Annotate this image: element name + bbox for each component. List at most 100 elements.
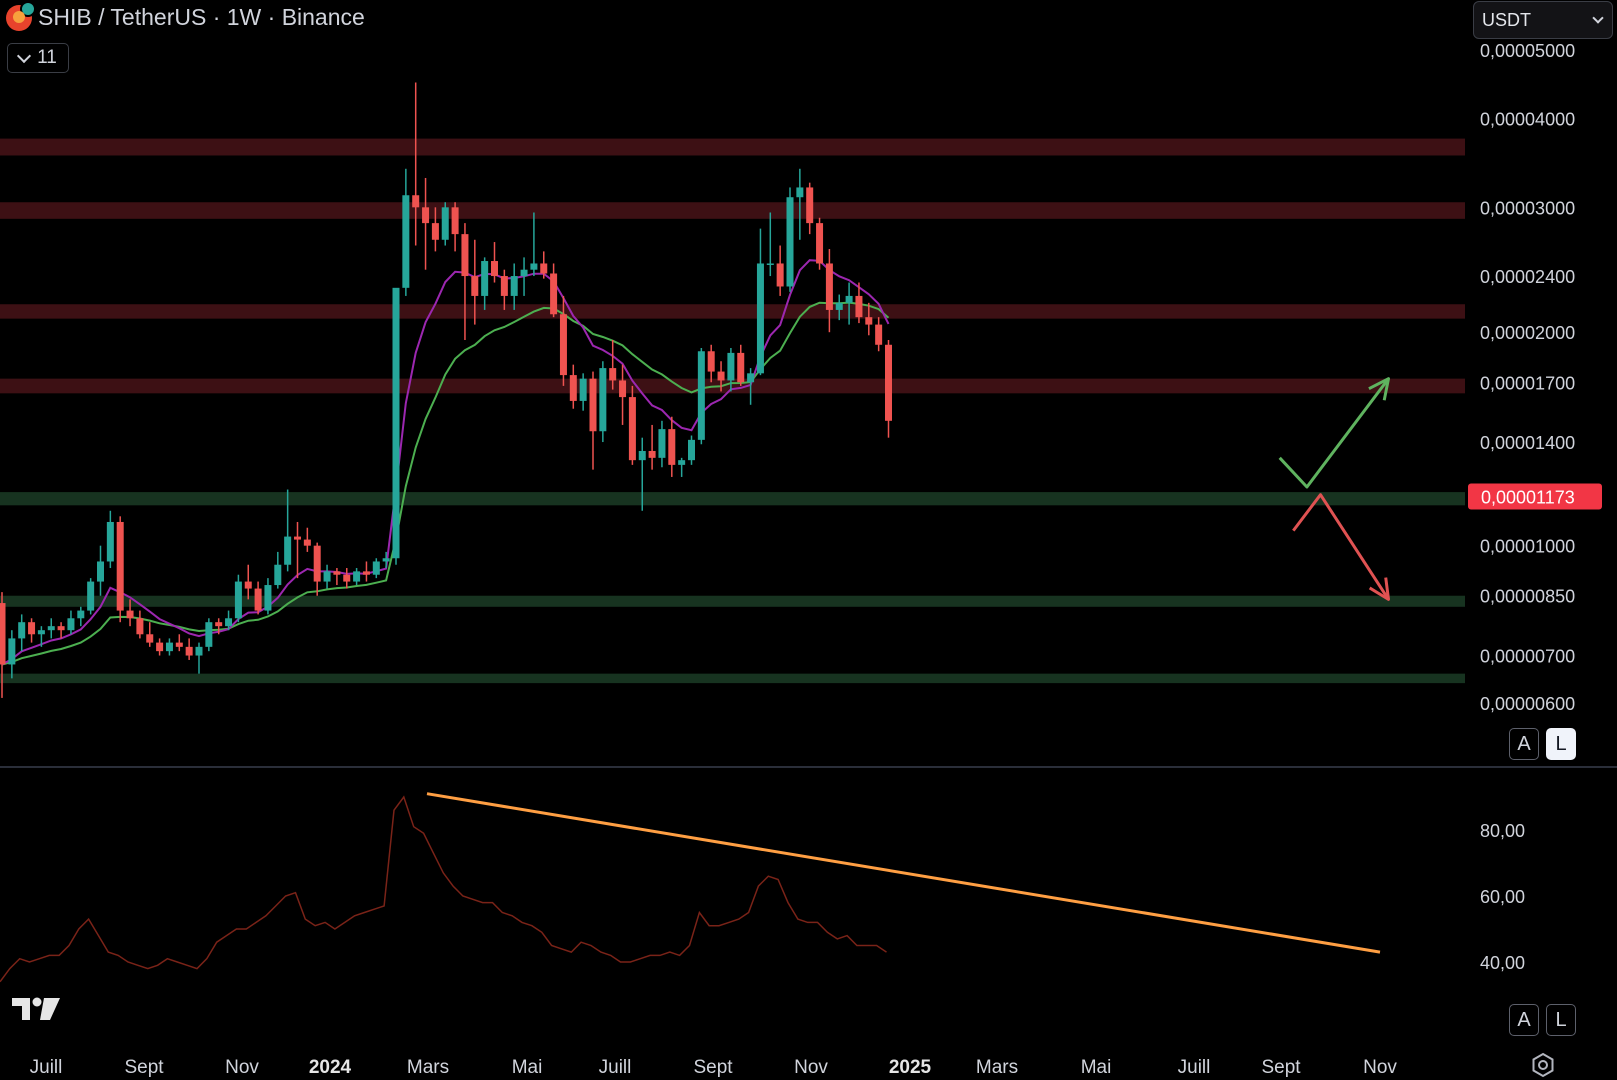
candle [313,542,321,596]
candle [234,574,242,623]
time-tick-label: Mars [976,1057,1018,1078]
tradingview-logo-icon[interactable] [12,996,62,1022]
price-tick-label: 0,00005000 [1480,41,1575,61]
candle-body [333,571,341,575]
candle-body [500,276,508,296]
price-tick-label: 0,00001700 [1480,373,1575,393]
candle-body [638,450,646,461]
candle-body [609,368,617,381]
candle-body [28,622,36,635]
candle [392,287,400,565]
price-tick-label: 0,00000850 [1480,587,1575,607]
candle-body [126,610,134,619]
candle-body [579,378,587,401]
candle [175,634,183,652]
time-tick-label: Mars [407,1057,449,1078]
candle-body [18,622,26,639]
auto-scale-button-rsi[interactable]: A [1509,1004,1539,1036]
candle-body [737,352,745,383]
candle [589,371,597,470]
rsi-pane [0,792,1381,983]
candle-body [599,368,607,432]
candle [766,212,774,277]
candle-body [569,375,577,401]
candle-body [491,261,498,277]
candle [47,618,55,639]
candle-body [530,263,538,270]
rsi-tick-label: 60,00 [1480,887,1525,907]
chevron-down-icon [17,48,32,63]
candle [481,257,489,310]
candle [697,347,705,445]
zone-resistance-0 [0,138,1465,156]
price-axis[interactable]: 0,00005000 0,00004000 0,00003000 0,00002400… [1468,41,1602,973]
price-tick-label: 0,00002400 [1480,267,1575,287]
candle [678,457,686,477]
rsi-tick-label: 40,00 [1480,953,1525,973]
candle [28,618,36,643]
symbol-title[interactable]: SHIB / TetherUS · 1W · Binance [38,4,365,31]
candle-body [825,263,833,310]
candle [412,82,420,246]
candle [491,242,498,283]
candle-body [392,287,400,559]
candle-body [353,571,361,582]
indicators-toggle-button[interactable]: 11 [7,43,69,73]
candle-body [855,295,863,318]
candle [668,416,676,477]
time-tick-label: Sept [1261,1057,1301,1078]
candle [707,344,715,383]
candle-body [520,269,528,277]
candle [786,187,794,292]
log-scale-button-main[interactable]: L [1546,728,1576,760]
time-axis[interactable]: Juill Sept Nov 2024 Mars Mai Juill Sept Nov 2025 M… [30,1057,1398,1078]
candle-body [697,351,705,440]
chart-canvas: 0,00005000 0,00004000 0,00003000 0,00002400… [0,41,1617,1078]
candle-body [87,581,95,611]
candle-body [845,295,853,303]
candle [244,564,252,600]
log-scale-button-rsi[interactable]: L [1546,1004,1576,1036]
candle [97,545,104,596]
candle [825,249,833,333]
rsi-tick-label: 80,00 [1480,821,1525,841]
time-tick-label: Juill [30,1057,63,1078]
price-tick-label: 0,00004000 [1480,110,1575,130]
candle-body [402,195,410,288]
scenario-bullish-path [1278,377,1390,489]
candle-body [756,263,764,374]
candle [461,223,469,340]
time-tick-label: Sept [693,1057,733,1078]
last-price-label: 0,00001173 [1481,488,1575,508]
candle [619,364,627,425]
candle-body [559,314,567,376]
candle-body [461,234,469,277]
candle-body [284,536,292,565]
candle-body [77,610,85,619]
coin-icon [6,0,36,31]
candle [628,385,636,465]
candle-body [294,536,301,540]
candle [362,561,370,582]
settings-icon[interactable] [1530,1052,1556,1078]
price-tick-label: 0,00001000 [1480,537,1575,557]
candle-body [796,187,804,198]
candle [146,622,154,647]
candle [116,516,124,623]
candle [294,521,301,579]
candle-body [185,646,193,656]
candle [569,364,577,409]
candle [87,578,95,615]
currency-value: USDT [1482,9,1531,30]
candle-body [274,564,282,586]
chart-header: SHIB / TetherUS · 1W · Binance [6,0,365,31]
candle [323,564,331,589]
candle [579,373,587,411]
candle [343,568,351,589]
candle [875,317,883,352]
candle-body [816,223,824,264]
currency-select[interactable]: USDT [1473,1,1613,39]
auto-scale-button-main[interactable]: A [1509,728,1539,760]
time-tick-label: Nov [225,1057,259,1078]
candle [156,638,164,656]
